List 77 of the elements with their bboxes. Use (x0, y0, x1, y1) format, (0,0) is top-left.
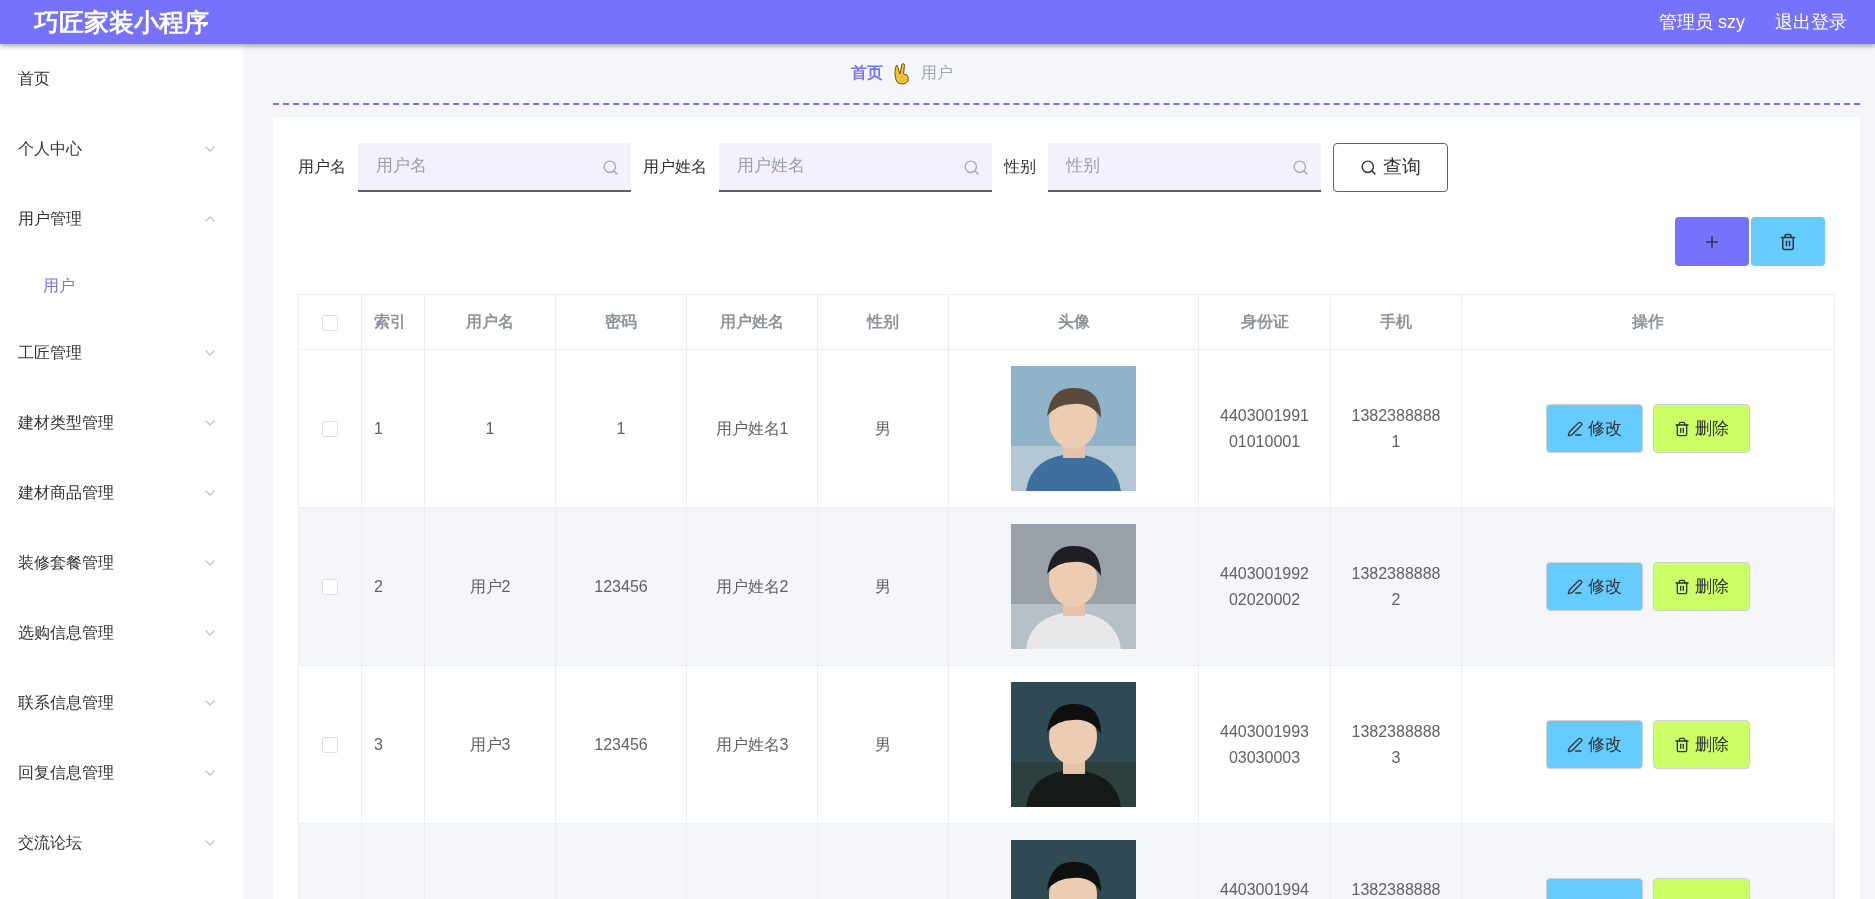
table-cell-text: 440300199303030003 (1219, 721, 1310, 768)
checkbox[interactable] (322, 314, 338, 331)
table-cell: 1 (616, 419, 626, 437)
table-cell-text: 1382388888 (1351, 879, 1441, 899)
delete-button[interactable] (1751, 217, 1825, 266)
search-icon (602, 158, 619, 176)
column-header: 用户姓名 (686, 294, 818, 350)
user-name: 管理员 szy (1659, 11, 1745, 34)
table-cell-text: 440300199101010001 (1219, 405, 1310, 452)
delete-button[interactable]: 删除 (1653, 562, 1750, 611)
checkbox[interactable] (322, 579, 338, 596)
pencil-icon (1567, 578, 1583, 595)
edit-button[interactable]: 修改 (1546, 562, 1643, 611)
table-cell: 男 (875, 735, 891, 753)
search-icon (963, 158, 980, 176)
table-cell: 用户姓名1 (715, 419, 789, 437)
column-header: 头像 (948, 294, 1199, 350)
column-header: 操作 (1461, 294, 1835, 350)
edit-button[interactable]: 修改 (1546, 720, 1643, 769)
search-field[interactable]: 用户姓名 (719, 142, 992, 192)
table-cell: 123456 (594, 735, 648, 753)
search-field[interactable]: 用户名 (358, 142, 631, 192)
menu-item[interactable]: 工匠管理 (0, 318, 243, 388)
table-cell: 男 (875, 419, 891, 437)
menu-item[interactable]: 建材类型管理 (0, 388, 243, 458)
table-cell-text: 13823888882 (1351, 563, 1441, 610)
menu-item[interactable]: 联系信息管理 (0, 668, 243, 738)
edit-button[interactable]: 修改 (1546, 404, 1643, 453)
menu-item[interactable]: 回复信息管理 (0, 738, 243, 808)
table-cell: 男 (875, 577, 891, 595)
table-cell: 123456 (594, 577, 648, 595)
trash-icon (1674, 578, 1690, 595)
field-label: 性别 (1004, 156, 1036, 177)
table-cell-text: 13823888881 (1351, 405, 1441, 452)
table-cell: 1 (374, 419, 383, 437)
trash-icon (1674, 420, 1690, 437)
menu-item[interactable]: 个人中心 (0, 114, 243, 184)
query-button[interactable]: 查询 (1333, 142, 1448, 192)
table-cell-text: 4403001994 (1220, 879, 1309, 899)
trash-icon (1779, 232, 1797, 251)
column-header: 密码 (555, 294, 687, 350)
trash-icon (1674, 736, 1690, 753)
app-title: 巧匠家装小程序 (34, 6, 210, 38)
table-cell-text: 440300199202020002 (1219, 563, 1310, 610)
column-header: 索引 (361, 294, 425, 350)
field-label: 用户姓名 (643, 156, 707, 177)
logout-link[interactable]: 退出登录 (1775, 10, 1847, 34)
submenu-item[interactable]: 用户 (0, 254, 243, 318)
table-cell: 3 (374, 735, 383, 753)
pencil-icon (1567, 420, 1583, 437)
table-cell: 用户3 (469, 735, 511, 753)
table-cell: 1 (485, 419, 495, 437)
delete-button[interactable]: 删除 (1653, 404, 1750, 453)
hand-icon (892, 62, 911, 85)
column-header: 用户名 (424, 294, 556, 350)
menu-item[interactable]: 交流论坛 (0, 808, 243, 878)
table-cell: 用户姓名3 (715, 735, 789, 753)
table-cell: 2 (374, 577, 383, 595)
checkbox[interactable] (322, 737, 338, 754)
delete-button[interactable]: 删除 (1653, 720, 1750, 769)
search-icon (1360, 158, 1377, 176)
menu-item[interactable]: 用户管理 (0, 184, 243, 254)
menu-item[interactable]: 首页 (0, 44, 243, 114)
column-header: 身份证 (1198, 294, 1331, 350)
pencil-icon (1567, 736, 1583, 753)
menu-item[interactable]: 建材商品管理 (0, 458, 243, 528)
table-cell: 用户姓名2 (715, 577, 789, 595)
table-cell-text: 13823888883 (1351, 721, 1441, 768)
table-cell: 用户2 (469, 577, 511, 595)
column-header: 手机 (1330, 294, 1462, 350)
search-field[interactable]: 性别 (1048, 142, 1321, 192)
checkbox[interactable] (322, 421, 338, 438)
column-header: 性别 (817, 294, 949, 350)
field-label: 用户名 (298, 156, 346, 177)
search-icon (1292, 158, 1309, 176)
menu-item[interactable]: 选购信息管理 (0, 598, 243, 668)
menu-item[interactable]: 装修套餐管理 (0, 528, 243, 598)
